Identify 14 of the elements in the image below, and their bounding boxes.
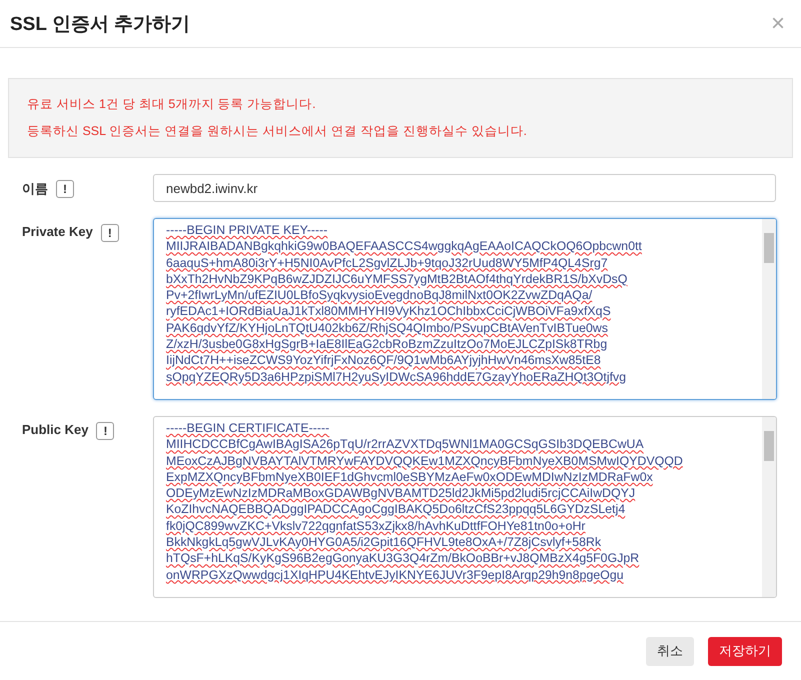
key-text-area[interactable]: -----BEGIN PRIVATE KEY----- MIIJRAIBADANBgkqhkiG9w0BAQEFAASCCS4wggkqAgEAAoICAQCkOQ6Opbcwn0tt 6aaquS+hmA80i3rY+H5NI0AvPfcL2SgvlZLJb+9tqoJ32rUud8WY5MfP4QL4Srg7 bXxTh2HvNbZ9KPqB6wZJDZIJC6uYMFSS7ygMtB2BtAOf4thqYrdekBR1S/bXvDsQ Pv+2fIwrLyMn/ufEZIU0LBfoSyqkvysioEvegdnoBqJ8milNxt0OK2ZvwZDqAQa/ ryfEDAc1+IORdBiaUaJ1kTxl80MMHYHI9VyKhz1OChIbbxCciCjWBOiVFa9xfXqS PAK6qdvYfZ/KYHjoLnTQtU402kb6Z/RhjSQ4QImbo/PSvupCBtAVenTvIBTue0ws Z/xzH/3usbe0G8xHgSgrB+IaE8IlEaG2cbRoBzmZzuItzOo7MoEJLCZpISk8TRbg IijNdCt7H++iseZCWS9YozYifrjFxNoz6QF/9Q1wMb6AYjyjhHwVn46msXw85tE8 sOpqYZEQRy5D3a6HPzpiSMl7H2yuSyIDWcSA96hddE7GzayYhoERaZHQt3Otjfvg xyxy=(153,218,777,400)
name-field[interactable]: newbd2.iwinv.kr xyxy=(153,174,776,202)
field-label: Private Key xyxy=(22,224,93,239)
help-badge[interactable]: ! xyxy=(100,224,119,242)
notice-text: 등록하신 SSL 인증서는 연결을 원하시는 서비스에서 연결 작업을 진행하실수 있습니다. xyxy=(27,123,528,140)
field-label: Public Key xyxy=(22,422,88,437)
dialog-title: SSL 인증서 추가하기 xyxy=(10,12,190,36)
notice-text: 유료 서비스 1건 당 최대 5개까지 등록 가능합니다. xyxy=(27,96,317,113)
key-text-area[interactable]: -----BEGIN CERTIFICATE----- MIIHCDCCBfCgAwIBAgISA26pTqU/r2rrAZVXTDq5WNl1MA0GCSqGSIb3DQEBCwUA MEoxCzAJBgNVBAYTAlVTMRYwFAYDVQQKEw1MZXQncyBFbmNyeXB0MSMwIQYDVQQD ExpMZXQncyBFbmNyeXB0IEF1dGhvcml0eSBYMzAeFw0xODEwMDIwNzIzMDRaFw0x ODEyMzEwNzIzMDRaMBoxGDAWBgNVBAMTD25ld2JkMi5pd2ludi5rcjCCAiIwDQYJ KoZIhvcNAQEBBQADggIPADCCAgoCggIBAKQ5Do6ltzCfS23ppqq5L6GYDzSLetj4 fk0jQC899wvZKC+Vkslv722qgnfatS53xZjkx8/hAvhKuDttfFOHYe81tn0o+oHr BkkNkgkLq5gwVJLvKAy0HYG0A5/i2Gpit16QFHVL9te8OxA+/7Z8jCsvlyf+58Rk hTQsF+hLKqS/KyKgS96B2egGonyaKU3G3Q4rZm/BkOoBBr+vJ8QMBzX4g5F0GJpR onWRPGXzQwwdgcj1XIqHPU4KEhtvEJyIKNYE6JUVr3F9epI8Arqp29h9n8pgeOgu xyxy=(153,416,777,598)
field-label: 이름 xyxy=(22,180,48,198)
help-badge[interactable]: ! xyxy=(56,180,74,198)
cancel-button[interactable]: 취소 xyxy=(646,636,694,666)
help-badge[interactable]: ! xyxy=(96,422,114,440)
save-button[interactable]: 저장하기 xyxy=(708,636,782,666)
